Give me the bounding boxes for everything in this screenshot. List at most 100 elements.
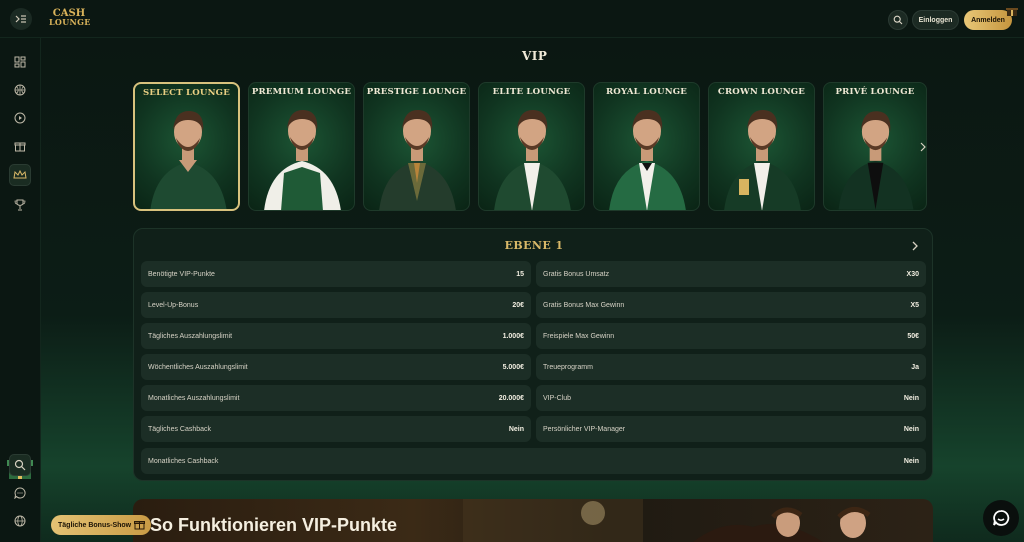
benefit-label: Tägliches Auszahlungslimit [148, 332, 233, 340]
lounge-card-elite[interactable]: ELITE LOUNGE [478, 82, 585, 211]
sidebar-search-button[interactable] [9, 454, 31, 476]
benefit-value: Nein [903, 457, 919, 465]
chevron-right-icon[interactable] [910, 240, 920, 252]
lounge-card-title: ROYAL LOUNGE [605, 87, 688, 97]
benefit-label: Tägliches Cashback [148, 425, 212, 433]
sidebar-item-support[interactable] [9, 482, 31, 504]
benefit-row: Benötigte VIP-Punkte 15 [141, 261, 531, 287]
benefit-value: Nein [903, 394, 919, 402]
gift-icon [134, 521, 145, 530]
sidebar-item-vip[interactable] [9, 164, 31, 186]
cash-lounge-logo[interactable]: CASH LOUNGE [49, 9, 91, 27]
search-button[interactable] [888, 10, 908, 30]
menu-toggle-button[interactable] [10, 8, 32, 30]
level-title: EBENE 1 [504, 239, 564, 252]
grid-icon [14, 56, 26, 68]
basketball-icon [14, 84, 26, 96]
lounge-card-title: PREMIUM LOUNGE [251, 87, 352, 97]
benefit-value: X5 [910, 301, 919, 309]
benefit-row: Monatliches Cashback Nein [141, 448, 926, 474]
lounge-avatar-icon [150, 110, 227, 209]
search-icon [893, 15, 903, 25]
daily-bonus-show-button[interactable]: Tägliche Bonus-Show [51, 515, 151, 535]
benefit-value: X30 [906, 270, 919, 278]
benefit-row: Freispiele Max Gewinn 50€ [536, 323, 926, 349]
bonus-show-label: Tägliche Bonus-Show [58, 521, 132, 529]
benefit-label: Treueprogramm [543, 363, 593, 371]
crown-icon [13, 170, 27, 179]
benefit-label: Wöchentliches Auszahlungslimit [148, 363, 248, 371]
chat-icon [14, 487, 26, 499]
globe-icon [14, 515, 26, 527]
benefit-label: Gratis Bonus Max Gewinn [543, 301, 625, 309]
vip-points-banner: So Funktionieren VIP-Punkte [133, 499, 933, 542]
lounge-avatar-icon [838, 111, 914, 210]
register-button[interactable]: Anmelden [964, 8, 1018, 30]
benefit-value: 15 [516, 270, 524, 278]
benefit-value: 20€ [512, 301, 524, 309]
lounge-carousel: SELECT LOUNGE PREMIUM LOUNGE PRESTIGE LO… [133, 82, 933, 212]
sidebar-item-promotions[interactable] [9, 135, 31, 157]
benefit-value: Nein [903, 425, 919, 433]
lounge-card-title: PRIVÉ LOUNGE [835, 87, 915, 97]
search-icon [14, 459, 26, 471]
lounge-card-title: CROWN LOUNGE [717, 87, 806, 97]
lounge-card-select[interactable]: SELECT LOUNGE [133, 82, 240, 211]
lounge-avatar-icon [609, 109, 686, 210]
gift-icon [14, 142, 26, 152]
benefit-label: Benötigte VIP-Punkte [148, 270, 215, 278]
sidebar-item-sports[interactable] [9, 79, 31, 101]
gift-icon [1006, 8, 1018, 16]
lounge-card-title: PRESTIGE LOUNGE [366, 87, 467, 97]
lounge-card-prive[interactable]: PRIVÉ LOUNGE [823, 82, 927, 211]
lounge-avatar-icon [264, 109, 341, 210]
play-icon [14, 112, 26, 124]
benefit-row: Tägliches Auszahlungslimit 1.000€ [141, 323, 531, 349]
benefit-row: Gratis Bonus Umsatz X30 [536, 261, 926, 287]
login-button[interactable]: Einloggen [912, 10, 959, 30]
benefit-label: Freispiele Max Gewinn [543, 332, 615, 340]
lounge-card-premium[interactable]: PREMIUM LOUNGE [248, 82, 355, 211]
sidebar-item-live[interactable] [9, 107, 31, 129]
lounge-card-crown[interactable]: CROWN LOUNGE [708, 82, 815, 211]
sidebar-item-tournaments[interactable] [9, 194, 31, 216]
chat-icon [993, 510, 1010, 526]
menu-icon [15, 15, 26, 23]
sidebar-item-lobby[interactable] [9, 51, 31, 73]
sidebar [0, 38, 41, 542]
benefit-label: Persönlicher VIP-Manager [543, 425, 626, 433]
benefit-value: 1.000€ [502, 332, 524, 340]
benefit-label: Monatliches Cashback [148, 457, 219, 465]
page-title: VIP [522, 49, 548, 63]
benefit-label: Gratis Bonus Umsatz [543, 270, 610, 278]
lounge-avatar-icon [494, 109, 571, 210]
top-bar: CASH LOUNGE Einloggen Anmelden [0, 0, 1024, 38]
lounge-avatar-icon [724, 109, 801, 210]
benefit-row: VIP-Club Nein [536, 385, 926, 411]
benefit-value: Nein [508, 425, 524, 433]
sidebar-item-language[interactable] [9, 510, 31, 532]
logo-line-2: LOUNGE [49, 17, 91, 27]
register-label: Anmelden [971, 16, 1005, 24]
benefit-label: Monatliches Auszahlungslimit [148, 394, 240, 402]
benefit-label: VIP-Club [543, 394, 572, 402]
lounge-card-title: SELECT LOUNGE [143, 88, 230, 98]
banner-title: So Funktionieren VIP-Punkte [150, 515, 398, 535]
benefit-value: Ja [911, 363, 919, 371]
carousel-next-button[interactable] [918, 140, 928, 154]
benefit-row: Treueprogramm Ja [536, 354, 926, 380]
lounge-card-prestige[interactable]: PRESTIGE LOUNGE [363, 82, 470, 211]
live-chat-button[interactable] [983, 500, 1019, 536]
benefit-label: Level-Up-Bonus [148, 301, 199, 309]
lounge-card-royal[interactable]: ROYAL LOUNGE [593, 82, 700, 211]
lounge-avatar-icon [379, 109, 456, 210]
benefit-row: Wöchentliches Auszahlungslimit 5.000€ [141, 354, 531, 380]
benefit-row: Level-Up-Bonus 20€ [141, 292, 531, 318]
lounge-card-title: ELITE LOUNGE [492, 87, 571, 97]
benefit-row: Gratis Bonus Max Gewinn X5 [536, 292, 926, 318]
level-panel: EBENE 1 Benötigte VIP-Punkte 15 Gratis B… [133, 228, 933, 481]
benefit-row: Persönlicher VIP-Manager Nein [536, 416, 926, 442]
benefit-value: 5.000€ [502, 363, 524, 371]
benefit-value: 20.000€ [498, 394, 524, 402]
chevron-right-icon [920, 142, 926, 152]
